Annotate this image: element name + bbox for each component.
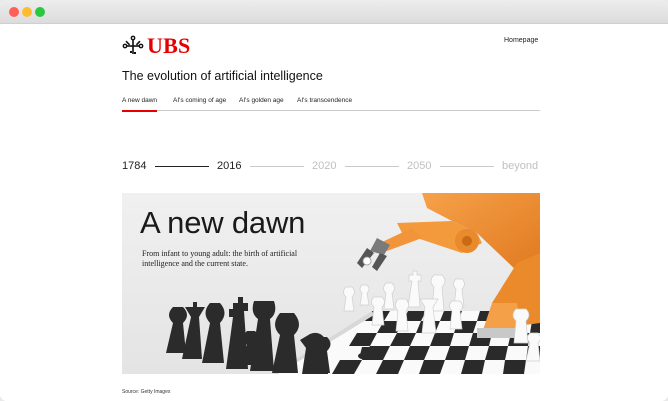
tab-ais-golden-age[interactable]: AI's golden age [239, 97, 284, 111]
page-content: UBS Homepage The evolution of artificial… [0, 24, 668, 401]
maximize-window-button[interactable] [35, 7, 45, 17]
browser-window: UBS Homepage The evolution of artificial… [0, 0, 668, 401]
hero-title: A new dawn [140, 205, 306, 240]
timeline-year-1784[interactable]: 1784 [122, 159, 146, 173]
timeline-segment [440, 166, 494, 167]
timeline-segment [155, 166, 209, 167]
window-titlebar [0, 0, 668, 24]
source-caption: Source: Getty Images [122, 389, 171, 395]
tab-a-new-dawn[interactable]: A new dawn [122, 97, 158, 112]
tab-ais-coming-of-age[interactable]: AI's coming of age [173, 97, 226, 111]
brand-name: UBS [147, 33, 191, 58]
timeline-year-2020[interactable]: 2020 [312, 159, 336, 173]
minimize-window-button[interactable] [22, 7, 32, 17]
ubs-logo[interactable]: UBS [122, 35, 190, 57]
timeline-year-beyond[interactable]: beyond [502, 159, 538, 173]
section-tabs: A new dawn AI's coming of age AI's golde… [122, 97, 540, 112]
page-title: The evolution of artificial intelligence [122, 69, 323, 83]
hero-subtitle: From infant to young adult: the birth of… [142, 249, 298, 268]
timeline-segment [345, 166, 399, 167]
hero-banner: A new dawn From infant to young adult: t… [122, 193, 540, 374]
timeline-year-2016[interactable]: 2016 [217, 159, 241, 173]
timeline-segment [250, 166, 304, 167]
timeline: 1784 2016 2020 2050 beyond [122, 159, 540, 173]
homepage-link[interactable]: Homepage [504, 37, 538, 44]
tab-ais-transcendence[interactable]: AI's transcendence [297, 97, 352, 111]
keys-emblem-icon [122, 35, 144, 54]
close-window-button[interactable] [9, 7, 19, 17]
timeline-year-2050[interactable]: 2050 [407, 159, 431, 173]
